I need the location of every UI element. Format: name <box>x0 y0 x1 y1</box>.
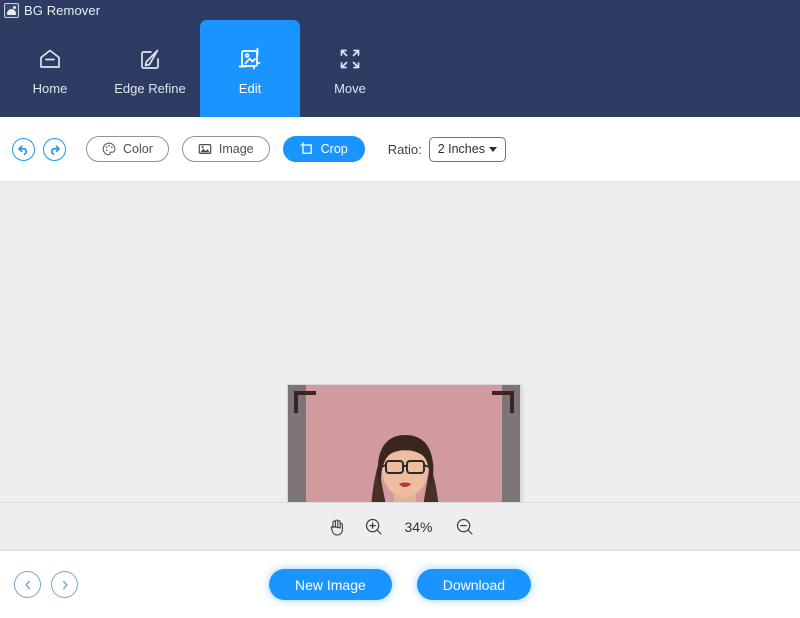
tab-move-label: Move <box>334 80 366 96</box>
edit-toolbar: Color Image Crop Ratio: 2 Inches <box>0 117 800 182</box>
zoom-out-icon <box>456 518 473 535</box>
new-image-button[interactable]: New Image <box>268 569 392 600</box>
photo-preview <box>306 385 502 502</box>
tab-edit-label: Edit <box>238 80 262 96</box>
undo-redo-group <box>12 137 66 161</box>
move-arrows-icon <box>337 46 363 72</box>
ratio-label: Ratio: <box>387 141 422 157</box>
zoom-toolbar: 34% <box>0 503 800 551</box>
undo-arrow-icon <box>17 143 30 156</box>
zoom-in-button[interactable] <box>365 518 382 535</box>
app-header: BG Remover Home Edge Refine Edit Move <box>0 0 800 117</box>
main-nav-tabs: Home Edge Refine Edit Move <box>0 20 400 117</box>
previous-image-button[interactable] <box>14 571 41 598</box>
footer-actions: New Image Download <box>0 569 800 600</box>
palette-icon <box>102 142 116 156</box>
next-image-button[interactable] <box>51 571 78 598</box>
crop-icon <box>299 142 314 156</box>
image-nav-arrows <box>14 571 78 598</box>
tab-home[interactable]: Home <box>0 20 100 117</box>
crop-frame[interactable] <box>288 385 520 502</box>
redo-button[interactable] <box>43 137 66 161</box>
ratio-select[interactable]: 2 Inches <box>428 136 506 162</box>
person-photo <box>371 435 439 502</box>
title-bar: BG Remover <box>0 0 800 20</box>
home-icon <box>37 46 63 72</box>
zoom-in-icon <box>365 518 382 535</box>
redo-arrow-icon <box>48 143 61 156</box>
color-button[interactable]: Color <box>86 136 169 162</box>
download-button[interactable]: Download <box>416 569 532 600</box>
crop-image-icon <box>237 46 263 72</box>
hand-icon[interactable] <box>328 518 345 536</box>
tab-edge-refine[interactable]: Edge Refine <box>100 20 200 117</box>
image-canvas[interactable] <box>0 182 800 503</box>
ratio-control: Ratio: 2 Inches <box>387 136 506 162</box>
zoom-level: 34% <box>404 518 433 535</box>
crop-button[interactable]: Crop <box>282 136 365 162</box>
image-button[interactable]: Image <box>181 136 270 162</box>
app-window: BG Remover Home Edge Refine Edit Move Co… <box>0 0 800 618</box>
chevron-right-icon <box>59 579 71 591</box>
chevron-down-icon <box>488 146 497 152</box>
tab-home-label: Home <box>32 80 68 96</box>
pen-square-icon <box>137 46 163 72</box>
chevron-left-icon <box>22 579 34 591</box>
image-button-label: Image <box>218 142 254 156</box>
tab-edit[interactable]: Edit <box>200 20 300 117</box>
zoom-out-button[interactable] <box>456 518 473 535</box>
tab-move[interactable]: Move <box>300 20 400 117</box>
photo-icon <box>198 142 212 156</box>
color-button-label: Color <box>123 142 153 156</box>
tab-edge-refine-label: Edge Refine <box>114 80 186 96</box>
crop-handle-top-right[interactable] <box>492 391 514 413</box>
crop-handle-top-left[interactable] <box>294 391 316 413</box>
undo-button[interactable] <box>12 137 35 161</box>
image-cloud-icon <box>4 2 19 18</box>
app-title: BG Remover <box>24 2 101 18</box>
footer-bar: New Image Download <box>0 551 800 618</box>
ratio-select-value: 2 Inches <box>437 142 485 156</box>
crop-button-label: Crop <box>320 142 348 156</box>
